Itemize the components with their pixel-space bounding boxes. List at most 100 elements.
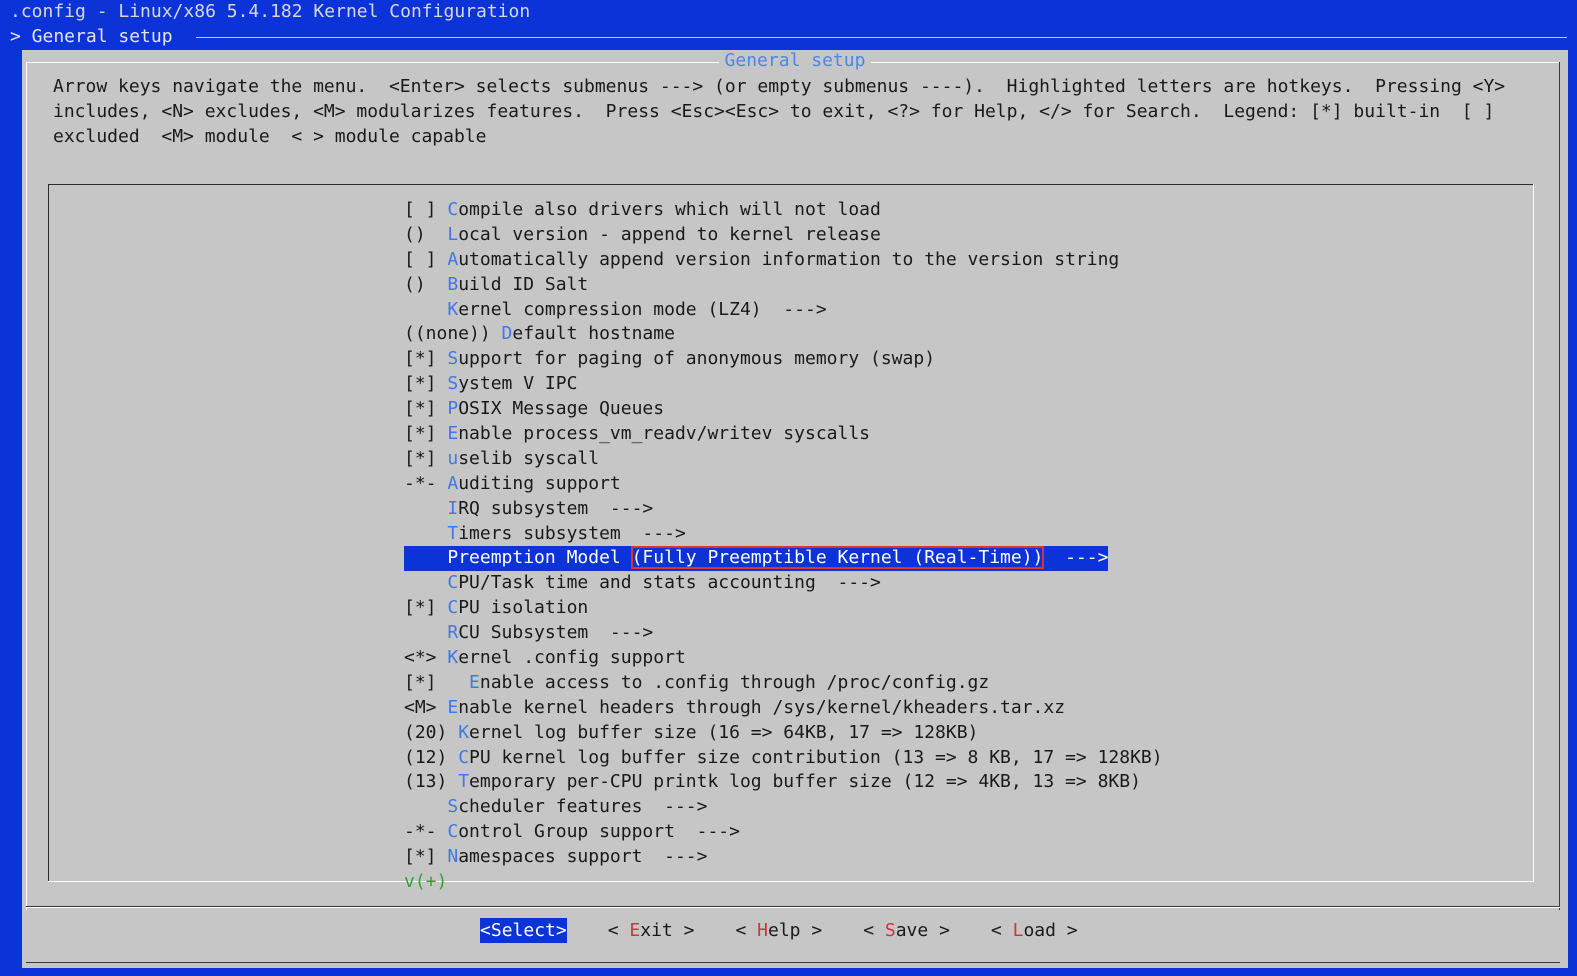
window-title: .config - Linux/x86 5.4.182 Kernel Confi…	[10, 1, 531, 22]
breadcrumb-divider	[196, 37, 1567, 38]
menu-item[interactable]: [ ] Compile also drivers which will not …	[404, 198, 1163, 223]
menu-item[interactable]: [*] uselib syscall	[404, 447, 1163, 472]
menu-item-label: ompile also drivers which will not load	[458, 199, 881, 220]
menu-item-label: uditing support	[458, 472, 621, 494]
menu-item-label: nable access to .config through /proc/co…	[479, 671, 990, 693]
menu-list: [ ] Compile also drivers which will not …	[404, 198, 1163, 870]
menu-item[interactable]: [*] POSIX Message Queues	[404, 397, 1163, 422]
menu-item[interactable]: (12) CPU kernel log buffer size contribu…	[404, 746, 1163, 771]
button-bracket-open: <	[480, 920, 491, 941]
help-line: includes, <N> excludes, <M> modularizes …	[53, 101, 1495, 122]
menu-item-hotkey: C	[447, 199, 459, 220]
button-label: xit	[640, 920, 673, 941]
menu-item-label: PU/Task time and stats accounting --->	[458, 572, 881, 594]
button-bracket-open: <	[735, 920, 758, 941]
menu-item[interactable]: [ ] Automatically append version informa…	[404, 248, 1163, 273]
menu-item[interactable]: [*] Namespaces support --->	[404, 845, 1163, 870]
button-help[interactable]: < Help >	[735, 918, 822, 943]
breadcrumb: > General setup	[10, 26, 173, 47]
menu-item[interactable]: <M> Enable kernel headers through /sys/k…	[404, 696, 1163, 721]
menu-item[interactable]: Scheduler features --->	[404, 795, 1163, 820]
menu-item-state: (20)	[404, 721, 459, 743]
menu-item[interactable]: Timers subsystem --->	[404, 522, 1163, 547]
menu-item[interactable]: [*] Support for paging of anonymous memo…	[404, 347, 1163, 372]
menu-box-top-border	[48, 184, 1534, 185]
menu-item-label: imers subsystem --->	[458, 522, 686, 544]
menu-item-label: amespaces support --->	[458, 846, 708, 868]
menu-item-label: cheduler features --->	[458, 796, 708, 818]
menu-item-hotkey: E	[447, 696, 459, 718]
menu-item-state: ()	[404, 223, 448, 245]
button-exit[interactable]: < Exit >	[608, 918, 695, 943]
menu-item-hotkey: P	[447, 398, 459, 420]
menu-item-hotkey: L	[447, 223, 459, 245]
menu-item[interactable]: RCU Subsystem --->	[404, 621, 1163, 646]
menu-item[interactable]: [*] CPU isolation	[404, 596, 1163, 621]
scroll-more-indicator: v(+)	[404, 871, 448, 892]
menu-item-label: OSIX Message Queues	[458, 398, 665, 420]
button-hotkey: S	[884, 920, 896, 941]
menu-item-label: emporary per-CPU printk log buffer size …	[469, 771, 1141, 793]
menu-item[interactable]: (20) Kernel log buffer size (16 => 64KB,…	[404, 721, 1163, 746]
dialog-bottom-border	[26, 962, 1560, 963]
menu-item-state	[404, 572, 447, 593]
menu-item-state: [ ]	[404, 199, 448, 220]
menu-item-selected[interactable]: Preemption Model (Fully Preemptible Kern…	[404, 546, 1163, 572]
button-select[interactable]: <Select>	[480, 918, 567, 943]
menu-item-state: ()	[404, 273, 448, 295]
menu-item-hotkey: E	[469, 671, 480, 693]
selection-highlight: Preemption Model (Fully Preemptible Kern…	[404, 546, 1109, 572]
menu-item-hotkey: K	[458, 721, 470, 743]
menu-item-state	[404, 796, 447, 817]
menu-item-label: nable kernel headers through /sys/kernel…	[458, 696, 1066, 718]
button-bracket-close: >	[928, 920, 950, 941]
menu-item-state: [*]	[404, 846, 448, 868]
button-bracket-close: >	[672, 920, 695, 941]
menu-item-label: utomatically append version information …	[458, 248, 1120, 270]
button-load[interactable]: < Load >	[991, 918, 1078, 943]
menu-item[interactable]: () Local version - append to kernel rele…	[404, 223, 1163, 248]
menu-item[interactable]: [*] Enable process_vm_readv/writev sysca…	[404, 422, 1163, 447]
menu-item-state: -*-	[404, 821, 448, 843]
button-label: oad	[1023, 920, 1056, 941]
button-save[interactable]: < Save >	[863, 918, 950, 943]
button-hotkey: S	[490, 920, 502, 941]
menu-item-hotkey: R	[447, 622, 459, 644]
menu-item-label: PU kernel log buffer size contribution (…	[469, 746, 1163, 768]
menu-item-hotkey: S	[447, 373, 459, 395]
menu-box-bottom-border	[48, 881, 1534, 882]
menu-item[interactable]: CPU/Task time and stats accounting --->	[404, 571, 1163, 596]
menu-item[interactable]: [*] Enable access to .config through /pr…	[404, 671, 1163, 696]
menu-item-hotkey: K	[447, 298, 459, 320]
menu-item[interactable]: IRQ subsystem --->	[404, 497, 1163, 522]
button-label: elp	[767, 920, 801, 941]
menu-item-state	[404, 547, 447, 568]
menu-item[interactable]: <*> Kernel .config support	[404, 646, 1163, 671]
menu-item-state	[404, 498, 447, 519]
menu-item-state: [*]	[404, 398, 448, 420]
menu-item[interactable]: -*- Auditing support	[404, 472, 1163, 497]
menu-item[interactable]: -*- Control Group support --->	[404, 820, 1163, 845]
menu-item-state: -*-	[404, 472, 448, 494]
menu-item-hotkey: T	[447, 522, 459, 544]
menu-item[interactable]: Kernel compression mode (LZ4) --->	[404, 298, 1163, 323]
preemption-model-value: (Fully Preemptible Kernel (Real-Time))	[630, 546, 1045, 570]
menu-item-state: [*]	[404, 373, 448, 395]
menu-item-label: nable process_vm_readv/writev syscalls	[458, 423, 871, 445]
menu-item[interactable]: [*] System V IPC	[404, 372, 1163, 397]
menu-item[interactable]: ((none)) Default hostname	[404, 322, 1163, 347]
menu-item-label: ernel log buffer size (16 => 64KB, 17 =>…	[469, 721, 979, 743]
menu-item-hotkey: u	[447, 447, 459, 469]
button-hotkey: L	[1012, 920, 1024, 941]
menu-item-label: ontrol Group support --->	[458, 821, 740, 843]
menu-item-label: CU Subsystem --->	[458, 622, 654, 644]
menu-item[interactable]: (13) Temporary per-CPU printk log buffer…	[404, 770, 1163, 795]
menu-item[interactable]: () Build ID Salt	[404, 273, 1163, 298]
menu-item-label: ernel .config support	[458, 647, 686, 669]
menu-item-state	[404, 523, 447, 544]
menu-item-state: [*]	[404, 447, 448, 469]
menu-item-label: Preemption Model	[447, 547, 632, 569]
menu-item-state: [*]	[404, 348, 448, 370]
help-text: Arrow keys navigate the menu. <Enter> se…	[53, 74, 1533, 149]
dialog-right-border	[1559, 62, 1560, 910]
